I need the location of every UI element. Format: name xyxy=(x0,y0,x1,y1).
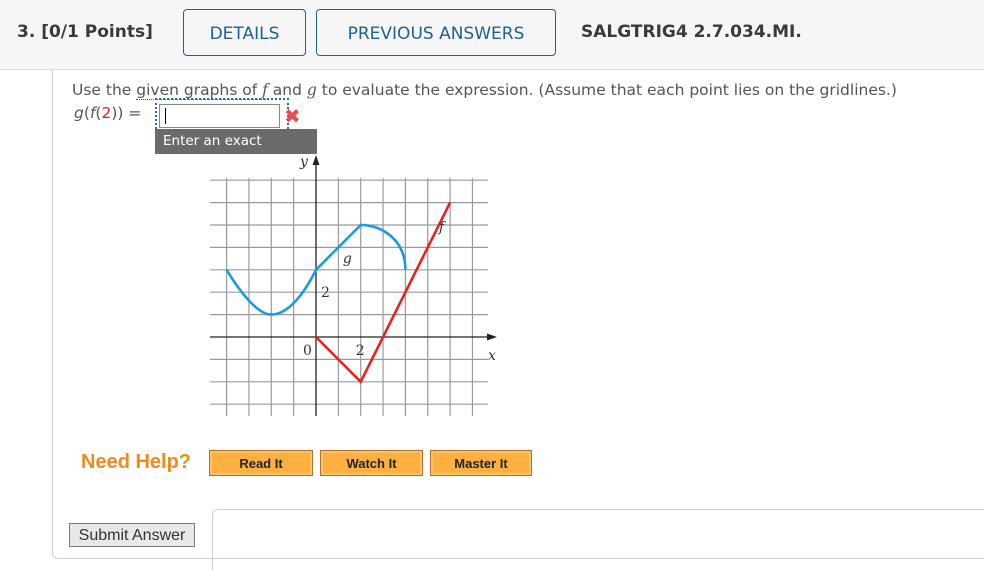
tick-label: 0 xyxy=(303,343,312,359)
x-axis-label: x xyxy=(488,348,496,364)
need-help-label: Need Help? xyxy=(81,451,192,473)
tick-label: 2 xyxy=(321,285,330,301)
read-it-button[interactable]: Read It xyxy=(209,450,313,476)
series-g-label: g xyxy=(343,251,352,267)
y-axis-label: y xyxy=(299,154,309,170)
grid xyxy=(210,178,488,416)
result-area xyxy=(212,509,984,570)
master-it-button[interactable]: Master It xyxy=(430,450,532,476)
tick-label: 2 xyxy=(356,343,365,359)
submit-answer-button[interactable]: Submit Answer xyxy=(69,523,195,547)
axes xyxy=(210,155,497,416)
x-axis-arrow-icon xyxy=(487,333,497,341)
y-axis-arrow-icon xyxy=(312,155,320,165)
series-f-label: f xyxy=(438,220,447,236)
watch-it-button[interactable]: Watch It xyxy=(320,450,423,476)
